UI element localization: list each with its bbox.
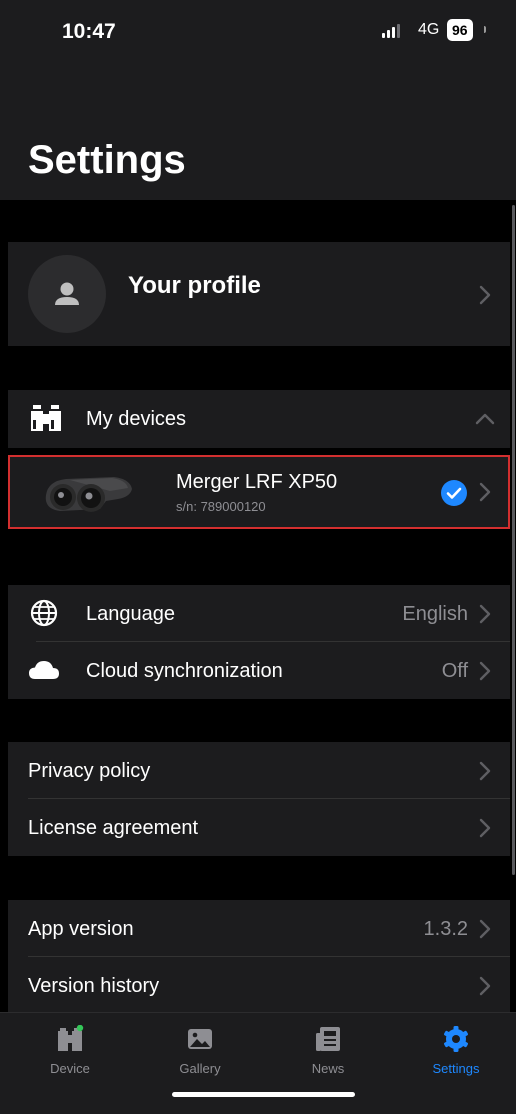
license-agreement-row[interactable]: License agreement: [8, 799, 510, 856]
signal-icon: [382, 22, 400, 38]
device-item[interactable]: Merger LRF XP50 s/n: 789000120: [8, 455, 510, 529]
chevron-right-icon: [479, 919, 491, 939]
my-devices-header[interactable]: My devices: [8, 390, 510, 448]
cloud-icon: [29, 661, 59, 679]
chevron-right-icon: [479, 604, 491, 624]
version-history-row[interactable]: Version history: [8, 957, 510, 1014]
profile-label: Your profile: [128, 272, 261, 299]
tab-label: Gallery: [179, 1061, 221, 1076]
tab-bar: Device Gallery News Settings: [0, 1012, 516, 1114]
chevron-right-icon: [479, 761, 491, 781]
license-agreement-label: License agreement: [28, 817, 199, 839]
app-version-value: 1.3.2: [423, 918, 468, 940]
my-devices-label: My devices: [86, 408, 187, 430]
chevron-right-icon: [479, 818, 491, 838]
binoculars-icon: [31, 405, 61, 431]
language-label: Language: [86, 603, 175, 625]
battery-cap: [484, 26, 486, 33]
profile-row[interactable]: Your profile: [8, 242, 510, 346]
tab-label: Device: [50, 1061, 90, 1076]
device-thumbnail-image: [45, 477, 132, 512]
chevron-right-icon: [479, 285, 491, 305]
chevron-right-icon: [479, 661, 491, 681]
scrollbar[interactable]: [512, 205, 515, 875]
language-row[interactable]: Language English: [8, 585, 510, 642]
privacy-policy-label: Privacy policy: [28, 760, 151, 782]
app-version-label: App version: [28, 918, 134, 940]
header: Settings: [0, 60, 516, 200]
newspaper-icon: [316, 1027, 340, 1051]
network-type: 4G: [418, 21, 440, 38]
tab-label: Settings: [432, 1061, 480, 1076]
avatar: [28, 255, 106, 333]
home-indicator[interactable]: [172, 1092, 355, 1097]
tab-label: News: [311, 1061, 345, 1076]
gear-icon: [444, 1026, 468, 1052]
page-title: Settings: [28, 138, 186, 182]
chevron-right-icon: [479, 976, 491, 996]
chevron-up-icon: [475, 413, 495, 425]
binoculars-icon: [58, 1025, 84, 1051]
person-icon: [55, 282, 79, 305]
checkmark-selected-icon: [441, 480, 467, 506]
status-time: 10:47: [62, 20, 116, 43]
cloud-sync-row[interactable]: Cloud synchronization Off: [8, 642, 510, 699]
battery-icon: 96: [447, 19, 473, 41]
tab-device[interactable]: Device: [20, 1013, 120, 1083]
language-value: English: [402, 603, 468, 625]
chevron-right-icon: [479, 482, 491, 502]
status-bar: 10:47 4G 96: [0, 0, 516, 60]
cloud-sync-value: Off: [441, 660, 468, 682]
app-version-row[interactable]: App version 1.3.2: [8, 900, 510, 957]
device-serial: s/n: 789000120: [176, 499, 266, 514]
version-history-label: Version history: [28, 975, 160, 997]
privacy-policy-row[interactable]: Privacy policy: [8, 742, 510, 799]
tab-news[interactable]: News: [278, 1013, 378, 1083]
tab-gallery[interactable]: Gallery: [150, 1013, 250, 1083]
globe-icon: [30, 599, 58, 627]
tab-settings[interactable]: Settings: [406, 1013, 506, 1083]
image-icon: [188, 1029, 212, 1049]
device-name: Merger LRF XP50: [176, 471, 338, 493]
cloud-sync-label: Cloud synchronization: [86, 660, 283, 682]
